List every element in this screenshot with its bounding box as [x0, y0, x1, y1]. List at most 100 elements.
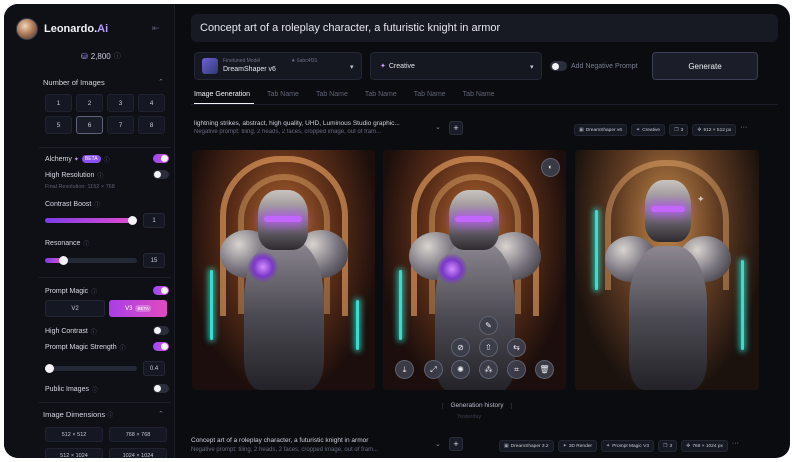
brand-logo[interactable]: Leonardo.Ai: [16, 18, 108, 40]
sparkle-glyph: ✦: [697, 194, 705, 204]
reuse-prompt-button[interactable]: +: [449, 121, 463, 135]
public-images-toggle[interactable]: [153, 384, 169, 393]
wand-icon: ✦: [636, 127, 641, 133]
swap-icon[interactable]: ⇆: [507, 338, 526, 357]
negative-prompt-toggle[interactable]: [550, 61, 567, 71]
chevron-up-icon[interactable]: ⌃: [158, 410, 164, 418]
info-icon[interactable]: ⓘ: [94, 200, 100, 209]
count-chip[interactable]: ❐ 3: [658, 440, 678, 452]
sparkles-icon[interactable]: ✺: [451, 360, 470, 379]
torso-armor: [629, 246, 707, 390]
tab-item[interactable]: Tab Name: [414, 91, 446, 103]
info-icon[interactable]: ⓘ: [91, 327, 97, 336]
style-chip[interactable]: ✦ 3D Render: [557, 440, 598, 452]
prompt-magic-v3-button[interactable]: V3 BETA: [109, 300, 167, 317]
dim-option[interactable]: 768 × 768: [109, 427, 167, 442]
info-icon[interactable]: ⓘ: [92, 385, 98, 394]
tab-image-generation[interactable]: Image Generation: [194, 91, 250, 103]
generated-image-hovered[interactable]: ◐ ⤓ ⤢ ⊘ ✺ ✎ ⇧ ⁂ ⇆ ⌗ 🗑: [383, 150, 566, 390]
num-images-option[interactable]: 7: [107, 116, 134, 134]
num-images-option[interactable]: 5: [45, 116, 72, 134]
delete-icon[interactable]: 🗑: [535, 360, 554, 379]
info-icon[interactable]: ⓘ: [120, 343, 126, 352]
contrast-slider-thumb[interactable]: [127, 216, 137, 225]
more-options-icon[interactable]: ···: [732, 440, 739, 452]
generated-image[interactable]: ✦: [575, 150, 759, 390]
size-chip[interactable]: ✥ 512 × 512 px: [692, 124, 737, 136]
prompt-magic-chip[interactable]: ✦ Prompt Magic V3: [601, 440, 655, 452]
num-images-option[interactable]: 2: [76, 94, 103, 112]
info-icon[interactable]: ⓘ: [97, 171, 103, 180]
variation-icon[interactable]: ⁂: [479, 360, 498, 379]
style-chip[interactable]: ✦ Creative: [631, 124, 666, 136]
energy-streak: [210, 270, 213, 340]
token-balance[interactable]: ⛁ 2,800 ⓘ: [81, 51, 121, 61]
tab-item[interactable]: Tab Name: [316, 91, 348, 103]
num-images-option[interactable]: 8: [138, 116, 165, 134]
tab-item[interactable]: Tab Name: [365, 91, 397, 103]
alchemy-row: Alchemy ✦ BETA ⓘ: [45, 154, 169, 164]
more-options-icon[interactable]: ···: [740, 124, 747, 136]
dim-option[interactable]: 1024 × 1024: [109, 448, 167, 458]
remove-bg-icon[interactable]: ⊘: [451, 338, 470, 357]
size-icon: ✥: [697, 127, 702, 133]
tab-item[interactable]: Tab Name: [463, 91, 495, 103]
contrast-slider[interactable]: [45, 216, 137, 225]
dims-title: Image Dimensions ⓘ: [43, 410, 113, 419]
download-icon[interactable]: ⤓: [395, 360, 414, 379]
pm-strength-slider[interactable]: [45, 364, 137, 373]
chevron-up-icon[interactable]: ⌃: [158, 78, 164, 86]
chip-label: 3: [669, 443, 673, 449]
num-images-option[interactable]: 1: [45, 94, 72, 112]
info-icon[interactable]: ⓘ: [91, 287, 97, 296]
pen-icon[interactable]: ✎: [479, 316, 498, 335]
pm-strength-toggle[interactable]: [153, 342, 169, 351]
prompt-input[interactable]: Concept art of a roleplay character, a f…: [191, 14, 778, 42]
info-icon[interactable]: ⓘ: [104, 155, 110, 164]
num-images-option-selected[interactable]: 6: [76, 116, 103, 134]
prompt-magic-toggle[interactable]: [153, 286, 169, 295]
pm-strength-slider-thumb[interactable]: [45, 364, 55, 373]
crop-icon[interactable]: ⌗: [507, 360, 526, 379]
model-select[interactable]: Finetuned Model ★ 6abc4f31 DreamShaper v…: [194, 52, 362, 80]
expand-prompt-icon[interactable]: ⌄: [435, 123, 441, 131]
high-res-toggle[interactable]: [153, 170, 169, 179]
favorite-icon[interactable]: ◐: [541, 158, 560, 177]
brand-name: Leonardo.Ai: [44, 23, 109, 35]
upscale-icon[interactable]: ⇧: [479, 338, 498, 357]
size-chip[interactable]: ✥ 768 × 1024 px: [681, 440, 728, 452]
alchemy-toggle[interactable]: [153, 154, 169, 163]
info-icon[interactable]: ⓘ: [107, 413, 113, 419]
beta-badge: BETA: [135, 305, 151, 312]
generate-button[interactable]: Generate: [652, 52, 758, 80]
num-images-option[interactable]: 3: [107, 94, 134, 112]
high-contrast-toggle[interactable]: [153, 326, 169, 335]
pm-strength-value[interactable]: 0.4: [143, 361, 165, 376]
info-icon[interactable]: ⓘ: [83, 239, 89, 248]
prompt-magic-v2-button[interactable]: V2: [45, 300, 105, 317]
model-id: ★ 6abc4f31: [291, 58, 318, 64]
expand-icon[interactable]: ⤢: [424, 360, 443, 379]
generated-image[interactable]: [192, 150, 375, 390]
contrast-row: Contrast Boost ⓘ: [45, 199, 169, 209]
info-icon[interactable]: ⓘ: [114, 51, 121, 61]
expand-prompt-icon[interactable]: ⌄: [435, 440, 441, 448]
generation-negative-prompt: Negative prompt: tiling, 2 heads, 2 face…: [191, 447, 379, 453]
dim-option[interactable]: 512 × 512: [45, 427, 103, 442]
dim-option[interactable]: 512 × 1024: [45, 448, 103, 458]
chip-label: Prompt Magic V3: [612, 443, 650, 449]
model-chip[interactable]: ▣ DreamShaper v6: [574, 124, 627, 136]
collapse-sidebar-icon[interactable]: ⇤: [152, 23, 160, 34]
divider-mark: ⌉: [509, 402, 513, 410]
divider-mark: ⌈: [441, 402, 445, 410]
tab-item[interactable]: Tab Name: [267, 91, 299, 103]
model-chip[interactable]: ▣ DreamShaper 3.2: [499, 440, 554, 452]
num-images-option[interactable]: 4: [138, 94, 165, 112]
resonance-slider-thumb[interactable]: [58, 256, 68, 265]
resonance-slider[interactable]: [45, 256, 137, 265]
reuse-prompt-button[interactable]: +: [449, 437, 463, 451]
count-chip[interactable]: ❐ 3: [669, 124, 689, 136]
contrast-value[interactable]: 1: [143, 213, 165, 228]
style-select[interactable]: ✦ Creative ▾: [370, 52, 542, 80]
resonance-value[interactable]: 15: [143, 253, 165, 268]
